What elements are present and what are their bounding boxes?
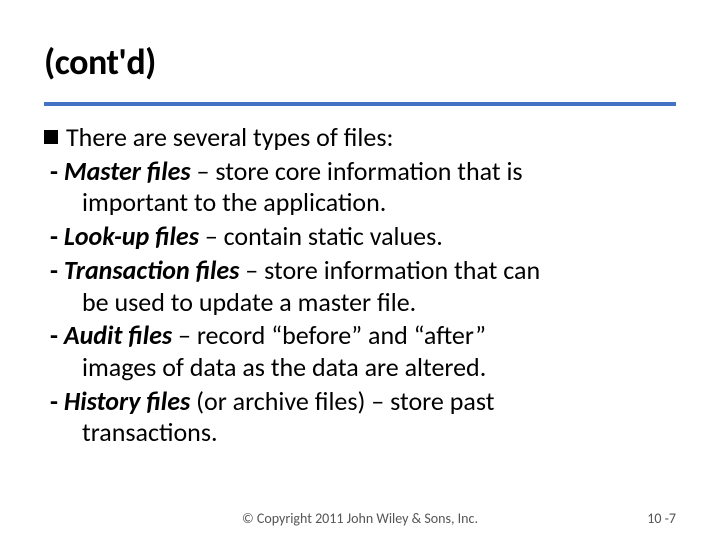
slide-title: (cont'd) [44,40,676,84]
dash: - [50,385,64,417]
lead-text: There are several types of files: [66,122,393,154]
slide: (cont'd) There are several types of file… [0,0,720,540]
paren: (or archive files) [190,385,365,417]
continuation: important to the application. [50,187,676,219]
desc: – store information that can [239,254,540,286]
continuation: be used to update a master file. [50,287,676,319]
list-item: - History files (or archive files) – sto… [44,386,676,449]
continuation: images of data as the data are altered. [50,352,676,384]
dash: - [50,319,64,351]
dash: - [50,220,64,252]
dash: - [50,155,64,187]
body-text: There are several types of files: - Mast… [44,122,676,449]
square-bullet-icon [44,130,58,144]
list-item: - Look-up files – contain static values. [44,221,676,253]
desc: – store past [365,385,494,417]
list-item: - Audit files – record “before” and “aft… [44,320,676,383]
term: History files [64,385,190,417]
term: Transaction files [64,254,240,286]
title-underline [44,102,676,106]
list-item: - Transaction files – store information … [44,255,676,318]
page-number: 10 -7 [647,510,676,527]
list-item: - Master files – store core information … [44,156,676,219]
desc: – contain static values. [199,220,443,252]
term: Master files [64,155,191,187]
continuation: transactions. [50,417,676,449]
term: Look-up files [64,220,199,252]
term: Audit files [64,319,172,351]
desc: – store core information that is [191,155,523,187]
desc: – record “before” and “after” [172,319,486,351]
copyright-text: © Copyright 2011 John Wiley & Sons, Inc. [242,510,478,527]
lead-line: There are several types of files: [44,122,676,154]
dash: - [50,254,64,286]
